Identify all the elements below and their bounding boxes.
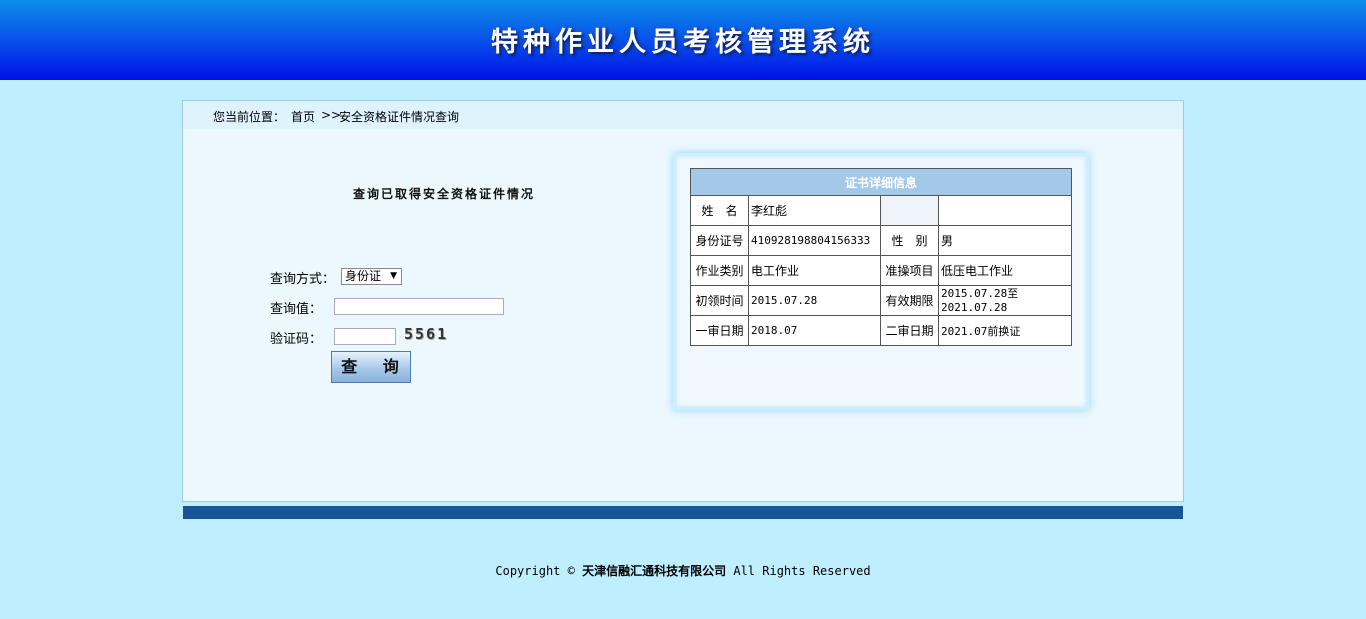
breadcrumb-prefix: 您当前位置： <box>213 110 286 124</box>
work-category-label: 作业类别 <box>690 255 749 286</box>
table-row: 一审日期 2018.07 二审日期 2021.07前换证 <box>690 315 1072 346</box>
permitted-item-label: 准操项目 <box>880 255 939 286</box>
dropdown-arrow-icon: ▼ <box>390 271 397 281</box>
permitted-item-value: 低压电工作业 <box>938 255 1072 286</box>
first-issue-label: 初领时间 <box>690 285 749 316</box>
name-value: 李红彪 <box>748 195 881 226</box>
empty-value <box>938 195 1072 226</box>
header-banner: 特种作业人员考核管理系统 <box>0 0 1366 80</box>
first-review-value: 2018.07 <box>748 315 881 346</box>
second-review-value: 2021.07前换证 <box>938 315 1072 346</box>
query-title: 查询已取得安全资格证件情况 <box>353 187 536 201</box>
table-row: 作业类别 电工作业 准操项目 低压电工作业 <box>690 255 1072 286</box>
empty-label <box>880 195 939 226</box>
query-button[interactable]: 查 询 <box>331 351 411 383</box>
query-value-label: 查询值： <box>270 302 323 317</box>
breadcrumb: 您当前位置： 首页 >> 安全资格证件情况查询 <box>183 101 1183 129</box>
table-row: 姓 名 李红彪 <box>690 195 1072 226</box>
second-review-label: 二审日期 <box>880 315 939 346</box>
first-issue-value: 2015.07.28 <box>748 285 881 316</box>
certificate-title: 证书详细信息 <box>690 168 1072 196</box>
captcha-image[interactable]: 5561 <box>404 325 448 343</box>
certificate-table: 证书详细信息 姓 名 李红彪 身份证号 410928198804156333 性… <box>690 168 1072 346</box>
query-method-value: 身份证 <box>345 269 382 283</box>
id-number-label: 身份证号 <box>690 225 749 256</box>
first-review-label: 一审日期 <box>690 315 749 346</box>
gender-value: 男 <box>938 225 1072 256</box>
copyright-text: Copyright © <box>495 564 575 578</box>
name-label: 姓 名 <box>690 195 749 226</box>
breadcrumb-current: 安全资格证件情况查询 <box>339 110 460 124</box>
table-row: 身份证号 410928198804156333 性 别 男 <box>690 225 1072 256</box>
table-row: 初领时间 2015.07.28 有效期限 2015.07.28至 2021.07… <box>690 285 1072 316</box>
id-number-value: 410928198804156333 <box>748 225 881 256</box>
system-title: 特种作业人员考核管理系统 <box>491 27 875 58</box>
validity-value: 2015.07.28至 2021.07.28 <box>938 285 1072 316</box>
query-method-select[interactable]: 身份证 ▼ <box>341 268 402 285</box>
validity-label: 有效期限 <box>880 285 939 316</box>
rights-text: All Rights Reserved <box>733 564 871 578</box>
footer: Copyright © 天津信融汇通科技有限公司 All Rights Rese… <box>0 562 1366 579</box>
work-category-value: 电工作业 <box>748 255 881 286</box>
query-value-input[interactable] <box>334 298 504 315</box>
captcha-label: 验证码： <box>270 332 323 347</box>
gender-label: 性 别 <box>880 225 939 256</box>
breadcrumb-home-link[interactable]: 首页 <box>291 108 315 125</box>
company-name: 天津信融汇通科技有限公司 <box>582 564 727 578</box>
footer-divider <box>183 506 1183 519</box>
captcha-input[interactable] <box>334 328 396 345</box>
query-method-label: 查询方式： <box>270 272 336 287</box>
